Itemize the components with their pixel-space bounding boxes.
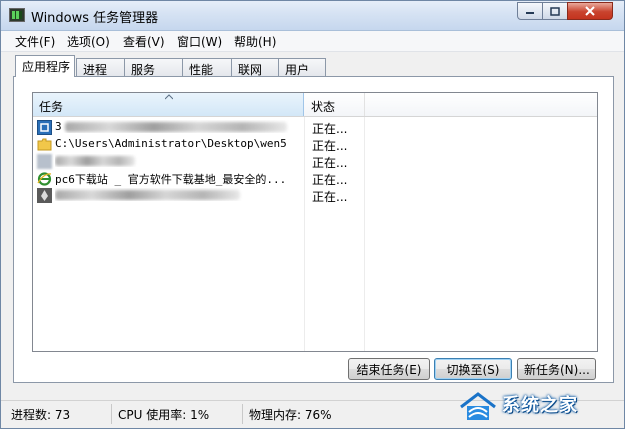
column-status-label: 状态 xyxy=(311,100,336,114)
minimize-button[interactable] xyxy=(517,2,543,20)
task-row[interactable]: 正在... xyxy=(35,153,595,170)
task-status: 正在... xyxy=(312,173,348,187)
task-manager-app-icon xyxy=(9,8,25,22)
house-logo-icon xyxy=(460,392,496,420)
tab-applications[interactable]: 应用程序 xyxy=(15,55,75,77)
task-name: 3 xyxy=(55,120,305,133)
task-name: pc6下载站 _ 官方软件下载基地_最安全的... xyxy=(55,173,287,186)
tab-services[interactable]: 服务 xyxy=(124,58,183,77)
menu-file[interactable]: 文件(F) xyxy=(15,33,55,50)
task-row[interactable]: 3 正在... xyxy=(35,119,595,136)
maximize-button[interactable] xyxy=(542,2,568,20)
column-header-task[interactable]: 任务 xyxy=(33,93,304,116)
tab-users[interactable]: 用户 xyxy=(278,58,326,77)
task-status: 正在... xyxy=(312,139,348,153)
column-task-label: 任务 xyxy=(39,100,64,114)
task-name: C:\Users\Administrator\Desktop\wen5 xyxy=(55,137,287,150)
task-name xyxy=(55,188,305,201)
minimize-icon xyxy=(526,12,534,14)
pen-tool-icon xyxy=(37,188,52,203)
status-divider xyxy=(242,404,243,424)
folder-icon xyxy=(37,137,52,152)
physical-memory: 物理内存: 76% xyxy=(249,408,332,422)
cpu-usage: CPU 使用率: 1% xyxy=(118,408,210,422)
title-bar[interactable]: Windows 任务管理器 xyxy=(1,1,624,31)
task-status: 正在... xyxy=(312,156,348,170)
menu-bar: 文件(F) 选项(O) 查看(V) 窗口(W) 帮助(H) xyxy=(1,31,624,52)
task-status: 正在... xyxy=(312,190,348,204)
process-count: 进程数: 73 xyxy=(11,408,71,422)
status-divider xyxy=(111,404,112,424)
column-header-status[interactable]: 状态 xyxy=(305,93,365,116)
new-task-button[interactable]: 新任务(N)... xyxy=(517,358,596,380)
menu-window[interactable]: 窗口(W) xyxy=(177,33,222,50)
task-row[interactable]: C:\Users\Administrator\Desktop\wen5 正在..… xyxy=(35,136,595,153)
maximize-icon xyxy=(550,6,560,16)
task-row[interactable]: 正在... xyxy=(35,187,595,204)
watermark: 系统之家 xyxy=(456,384,621,426)
end-task-button[interactable]: 结束任务(E) xyxy=(348,358,430,380)
task-name xyxy=(55,154,305,167)
menu-help[interactable]: 帮助(H) xyxy=(234,33,276,50)
sort-up-icon xyxy=(165,94,173,100)
task-status: 正在... xyxy=(312,122,348,136)
task-manager-window: Windows 任务管理器 文件(F) 选项(O) 查看(V) 窗口(W) 帮助… xyxy=(0,0,625,429)
list-header: 任务 状态 xyxy=(33,93,597,117)
window-title: Windows 任务管理器 xyxy=(31,11,159,26)
watermark-text: 系统之家 xyxy=(502,395,578,416)
close-button[interactable] xyxy=(567,2,613,20)
task-row[interactable]: pc6下载站 _ 官方软件下载基地_最安全的... 正在... xyxy=(35,170,595,187)
task-list[interactable]: 任务 状态 3 正在... C:\Users\Administrator\Des… xyxy=(32,92,598,352)
tab-performance[interactable]: 性能 xyxy=(182,58,232,77)
ie-browser-icon xyxy=(37,171,52,186)
app-blue-icon xyxy=(37,120,52,135)
close-icon xyxy=(585,6,595,16)
blurred-app-icon xyxy=(37,154,52,169)
menu-view[interactable]: 查看(V) xyxy=(123,33,165,50)
switch-to-button[interactable]: 切换至(S) xyxy=(434,358,512,380)
tab-processes[interactable]: 进程 xyxy=(76,58,125,77)
tab-networking[interactable]: 联网 xyxy=(231,58,279,77)
menu-options[interactable]: 选项(O) xyxy=(67,33,110,50)
